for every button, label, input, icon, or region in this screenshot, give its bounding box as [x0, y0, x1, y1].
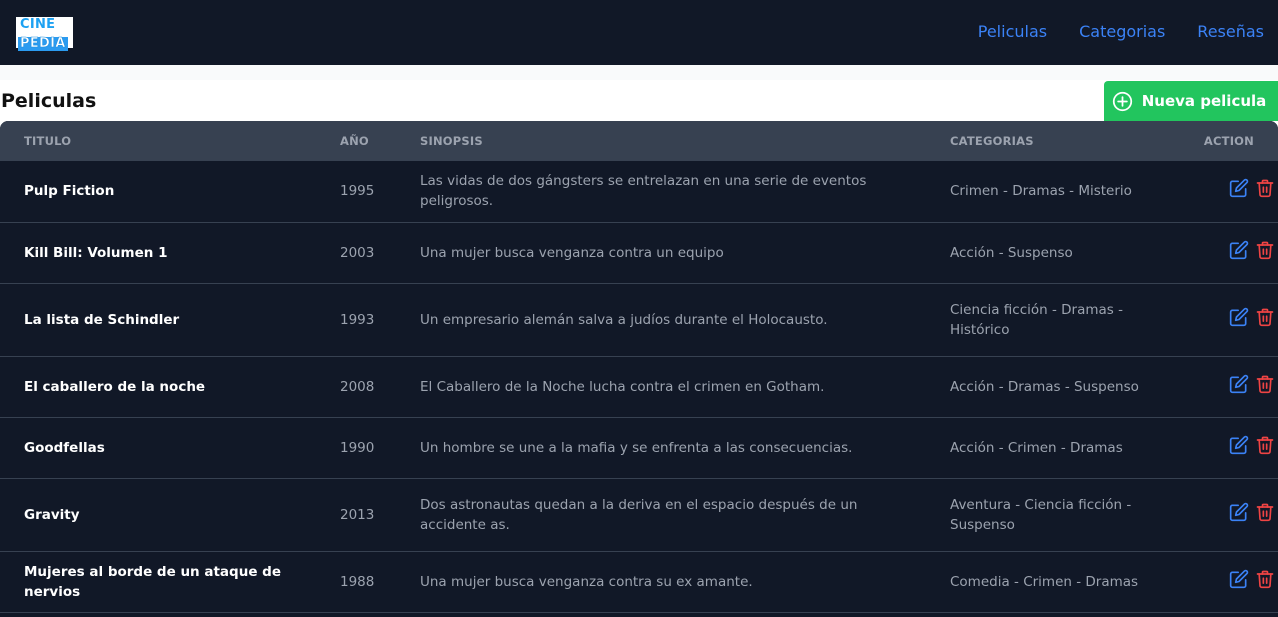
cell-actions — [1194, 478, 1278, 551]
nav-link-peliculas[interactable]: Peliculas — [978, 22, 1047, 41]
cell-categories: Crimen - Dramas - Misterio — [950, 183, 1132, 200]
edit-icon[interactable] — [1229, 435, 1249, 461]
page-title: Peliculas — [1, 90, 97, 112]
table-row: Kill Bill: Volumen 1 2003 Una mujer busca … — [0, 222, 1278, 283]
column-header-categorias: CATEGORIAS — [950, 134, 1034, 148]
cell-title: Gravity — [24, 506, 80, 523]
table-row: Pulp Fiction 1995 Las vidas de dos gángste… — [0, 161, 1278, 222]
column-header-action: ACTION — [1203, 134, 1254, 148]
trash-icon[interactable] — [1255, 178, 1275, 204]
table-header-row: TITULO AÑO SINOPSIS CATEGORIAS ACTION — [0, 121, 1278, 161]
cell-year: 1995 — [340, 183, 375, 200]
table-row: El caballero de la noche 2008 El Caballero… — [0, 356, 1278, 417]
trash-icon[interactable] — [1255, 502, 1275, 528]
cell-actions — [1194, 283, 1278, 356]
column-header-titulo: TITULO — [24, 134, 72, 148]
table-row: Gravity 2013 Dos astronautas quedan a la d… — [0, 478, 1278, 551]
cell-categories: Ciencia ficción - Dramas - Histórico — [950, 301, 1123, 338]
logo-line-1: CINE — [20, 17, 56, 32]
logo-line-2: PEDIA — [18, 36, 68, 51]
cell-synopsis: Un empresario alemán salva a judíos dura… — [420, 311, 828, 328]
cell-synopsis: Una mujer busca venganza contra su ex am… — [420, 573, 753, 590]
cell-synopsis: Un hombre se une a la mafia y se enfrent… — [420, 439, 853, 456]
cell-actions — [1194, 356, 1278, 417]
cell-categories: Acción - Crimen - Dramas — [950, 439, 1123, 456]
edit-icon[interactable] — [1229, 178, 1249, 204]
cell-categories: Acción - Suspenso — [950, 244, 1073, 261]
nav-links: Peliculas Categorias Reseñas — [978, 22, 1264, 41]
new-movie-button[interactable]: Nueva pelicula — [1104, 81, 1278, 121]
cell-categories: Aventura - Ciencia ficción - Suspenso — [950, 496, 1132, 533]
table-row: Goodfellas 1990 Un hombre se une a la mafi… — [0, 417, 1278, 478]
trash-icon[interactable] — [1255, 435, 1275, 461]
cell-year: 2008 — [340, 378, 375, 395]
cell-synopsis: Una mujer busca venganza contra un equip… — [420, 244, 724, 261]
cell-title: Kill Bill: Volumen 1 — [24, 244, 168, 261]
trash-icon[interactable] — [1255, 569, 1275, 595]
cell-actions — [1194, 551, 1278, 612]
header-divider — [0, 65, 1278, 80]
table-row: Mujeres al borde de un ataque de nervios… — [0, 551, 1278, 612]
cell-synopsis: Dos astronautas quedan a la deriva en el… — [420, 496, 858, 533]
column-header-ano: AÑO — [340, 134, 369, 148]
logo[interactable]: CINE PEDIA — [16, 17, 73, 51]
cell-year: 1990 — [340, 439, 375, 456]
trash-icon[interactable] — [1255, 307, 1275, 333]
cell-title: Mujeres al borde de un ataque de nervios — [24, 563, 281, 600]
edit-icon[interactable] — [1229, 240, 1249, 266]
cell-title: Goodfellas — [24, 439, 105, 456]
trash-icon[interactable] — [1255, 374, 1275, 400]
cell-year: 1988 — [340, 573, 375, 590]
cell-year: 1993 — [340, 311, 375, 328]
column-header-sinopsis: SINOPSIS — [420, 134, 483, 148]
navbar: CINE PEDIA Peliculas Categorias Reseñas — [0, 0, 1278, 65]
cell-title: Pulp Fiction — [24, 183, 115, 200]
table-row: La lista de Schindler 1993 Un empresario a… — [0, 283, 1278, 356]
edit-icon[interactable] — [1229, 374, 1249, 400]
cell-actions — [1194, 417, 1278, 478]
cell-synopsis: El Caballero de la Noche lucha contra el… — [420, 378, 825, 395]
new-movie-button-label: Nueva pelicula — [1141, 92, 1267, 110]
cell-title: El caballero de la noche — [24, 378, 206, 395]
movies-table: TITULO AÑO SINOPSIS CATEGORIAS ACTION Pu… — [0, 121, 1278, 617]
nav-link-categorias[interactable]: Categorias — [1079, 22, 1165, 41]
cell-year: 2003 — [340, 244, 375, 261]
cell-title: La lista de Schindler — [24, 311, 180, 328]
cell-categories: Acción - Dramas - Suspenso — [950, 378, 1139, 395]
cell-actions — [1194, 222, 1278, 283]
cell-actions — [1194, 161, 1278, 222]
edit-icon[interactable] — [1229, 307, 1249, 333]
edit-icon[interactable] — [1229, 502, 1249, 528]
cell-year: 2013 — [340, 506, 375, 523]
trash-icon[interactable] — [1255, 240, 1275, 266]
cell-categories: Comedia - Crimen - Dramas — [950, 573, 1139, 590]
plus-circle-icon — [1112, 91, 1132, 111]
cell-synopsis: Las vidas de dos gángsters se entrelazan… — [420, 173, 867, 210]
nav-link-resenas[interactable]: Reseñas — [1197, 22, 1264, 41]
edit-icon[interactable] — [1229, 569, 1249, 595]
